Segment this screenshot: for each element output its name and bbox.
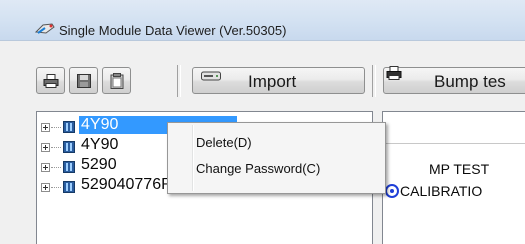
menu-item-label: Delete(D) [196, 135, 252, 150]
expand-icon[interactable] [41, 123, 50, 132]
menu-item-delete[interactable]: Delete(D) [170, 132, 383, 154]
menu-item-change-password[interactable]: Change Password(C) [170, 158, 383, 180]
drive-icon [201, 71, 221, 81]
tree-connector [51, 187, 61, 188]
result-panel: MP TEST CALIBRATIO [382, 111, 525, 244]
printer-icon [43, 73, 58, 88]
tree-connector [51, 147, 61, 148]
save-button[interactable] [69, 67, 98, 94]
import-label: Import [248, 72, 297, 91]
save-disk-icon [76, 73, 91, 88]
bump-test-text: MP TEST [429, 161, 490, 177]
bump-test-label: Bump tes [434, 72, 506, 91]
expand-icon[interactable] [41, 143, 50, 152]
app-icon [35, 23, 55, 34]
module-icon [63, 161, 75, 173]
window-title: Single Module Data Viewer (Ver.50305) [59, 23, 287, 38]
tree-item-label: 5290 [81, 156, 117, 173]
print-button[interactable] [36, 67, 65, 94]
result-panel-header [383, 112, 525, 144]
app-window: Single Module Data Viewer (Ver.50305) Im… [0, 0, 525, 244]
module-icon [63, 141, 75, 153]
tree-connector [51, 167, 61, 168]
menu-item-label: Change Password(C) [196, 161, 321, 176]
toolbar-separator [372, 65, 376, 97]
tree-item-label: 4Y90 [81, 136, 119, 153]
calibration-row: CALIBRATIO [385, 182, 482, 200]
module-icon [63, 181, 75, 193]
import-button[interactable]: Import [192, 67, 365, 94]
toolbar: Import Bump tes [0, 41, 525, 103]
calibration-text: CALIBRATIO [400, 182, 483, 199]
expand-icon[interactable] [41, 163, 50, 172]
calibration-status-icon [385, 183, 399, 198]
tree-connector [51, 127, 61, 128]
printer-icon [386, 66, 402, 80]
title-bar[interactable]: Single Module Data Viewer (Ver.50305) [0, 0, 525, 41]
clipboard-icon [110, 72, 123, 89]
toolbar-separator [177, 65, 181, 97]
context-menu: Delete(D) Change Password(C) [167, 122, 386, 194]
module-icon [63, 121, 75, 133]
expand-icon[interactable] [41, 183, 50, 192]
bump-test-button[interactable]: Bump tes [383, 66, 525, 94]
clipboard-button[interactable] [102, 67, 131, 94]
